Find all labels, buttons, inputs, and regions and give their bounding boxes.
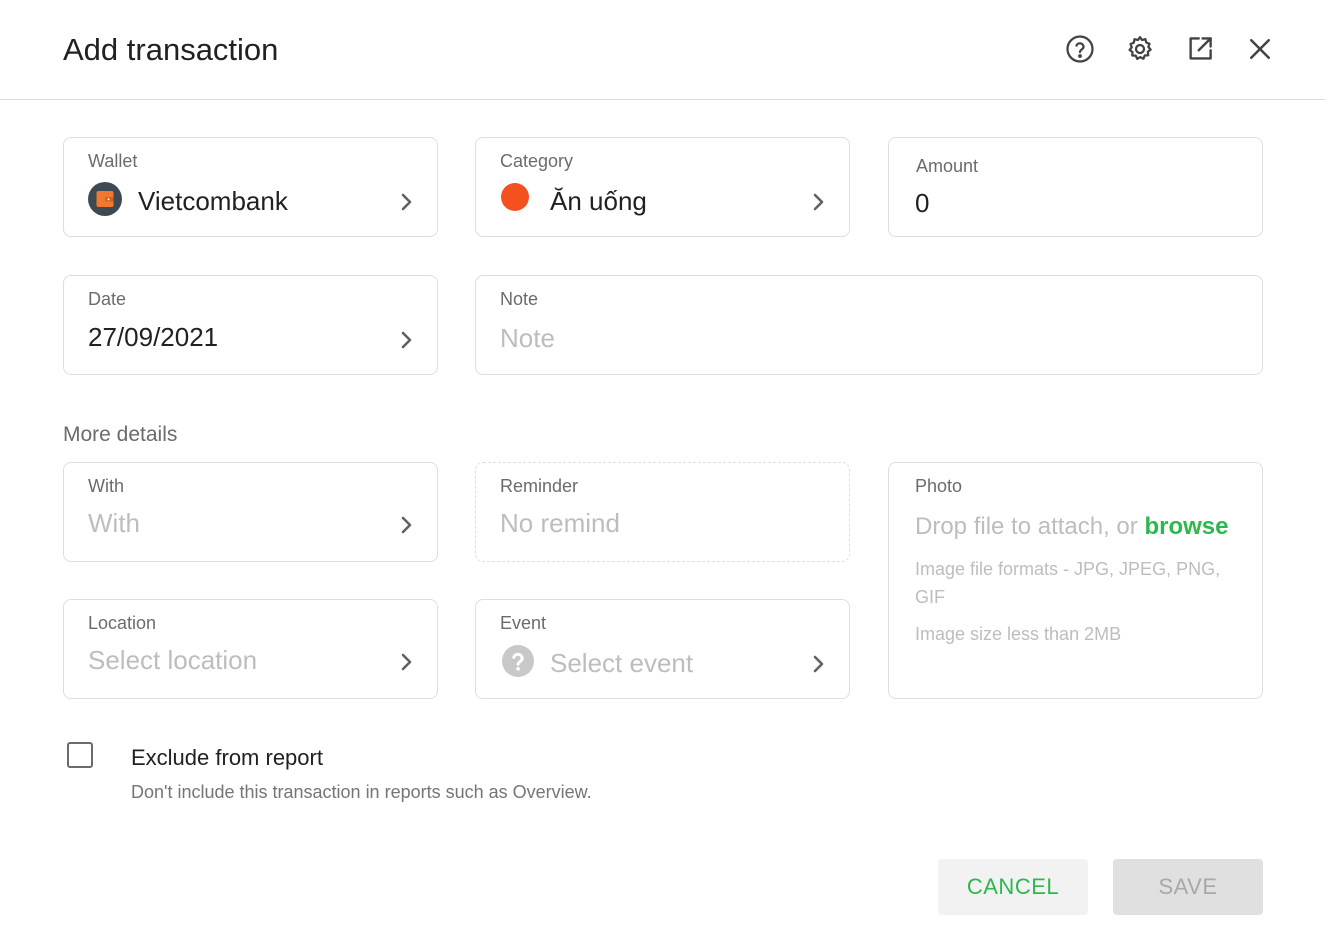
more-details-heading: More details	[63, 423, 178, 446]
wallet-icon	[88, 182, 122, 216]
chevron-right-icon	[809, 652, 829, 676]
category-field[interactable]: Category Ăn uống	[475, 137, 850, 237]
with-label: With	[88, 476, 124, 496]
dialog-header: Add transaction	[0, 0, 1325, 100]
cancel-button[interactable]: CANCEL	[938, 859, 1088, 915]
location-field[interactable]: Location Select location	[63, 599, 438, 699]
browse-link[interactable]: browse	[1144, 513, 1228, 540]
note-label: Note	[500, 289, 539, 309]
photo-size-hint: Image size less than 2MB	[915, 624, 1122, 644]
wallet-field[interactable]: Wallet Vietcombank	[63, 137, 438, 237]
event-value: Select event	[550, 648, 694, 678]
help-icon[interactable]	[1063, 32, 1097, 66]
dialog-title: Add transaction	[63, 32, 279, 67]
amount-field[interactable]: Amount 0	[888, 137, 1263, 237]
date-value: 27/09/2021	[88, 322, 219, 352]
amount-value[interactable]: 0	[915, 186, 929, 220]
open-external-icon[interactable]	[1183, 32, 1217, 66]
photo-label: Photo	[915, 476, 963, 496]
with-field[interactable]: With With	[63, 462, 438, 562]
photo-drop-text: Drop file to attach, or browse	[915, 513, 1229, 540]
category-color-dot-icon	[500, 182, 534, 216]
reminder-field[interactable]: Reminder No remind	[475, 462, 850, 562]
settings-icon[interactable]	[1123, 32, 1157, 66]
chevron-right-icon	[809, 190, 829, 214]
exclude-from-report-checkbox[interactable]	[67, 742, 93, 768]
chevron-right-icon	[397, 513, 417, 537]
wallet-label: Wallet	[88, 151, 138, 171]
close-icon[interactable]	[1243, 32, 1277, 66]
note-input[interactable]: Note	[500, 321, 555, 355]
note-field[interactable]: Note Note	[475, 275, 1263, 375]
event-field[interactable]: Event Select event	[475, 599, 850, 699]
exclude-from-report-title: Exclude from report	[131, 745, 323, 770]
location-label: Location	[88, 613, 157, 633]
chevron-right-icon	[397, 328, 417, 352]
event-label: Event	[500, 613, 547, 633]
reminder-label: Reminder	[500, 476, 579, 496]
exclude-from-report-subtitle: Don't include this transaction in report…	[131, 782, 592, 802]
wallet-value: Vietcombank	[138, 186, 288, 216]
chevron-right-icon	[397, 650, 417, 674]
reminder-value: No remind	[500, 508, 620, 538]
save-button[interactable]: SAVE	[1113, 859, 1263, 915]
date-field[interactable]: Date 27/09/2021	[63, 275, 438, 375]
with-value: With	[88, 508, 140, 538]
chevron-right-icon	[397, 190, 417, 214]
location-value: Select location	[88, 645, 258, 675]
question-mark-icon	[500, 644, 534, 678]
photo-dropzone[interactable]: Photo Drop file to attach, or browse Ima…	[888, 462, 1263, 699]
photo-formats-hint: Image file formats - JPG, JPEG, PNG, GIF	[915, 559, 1221, 607]
category-label: Category	[500, 151, 574, 171]
amount-label: Amount	[916, 156, 979, 176]
category-value: Ăn uống	[550, 186, 647, 216]
date-label: Date	[88, 289, 127, 309]
